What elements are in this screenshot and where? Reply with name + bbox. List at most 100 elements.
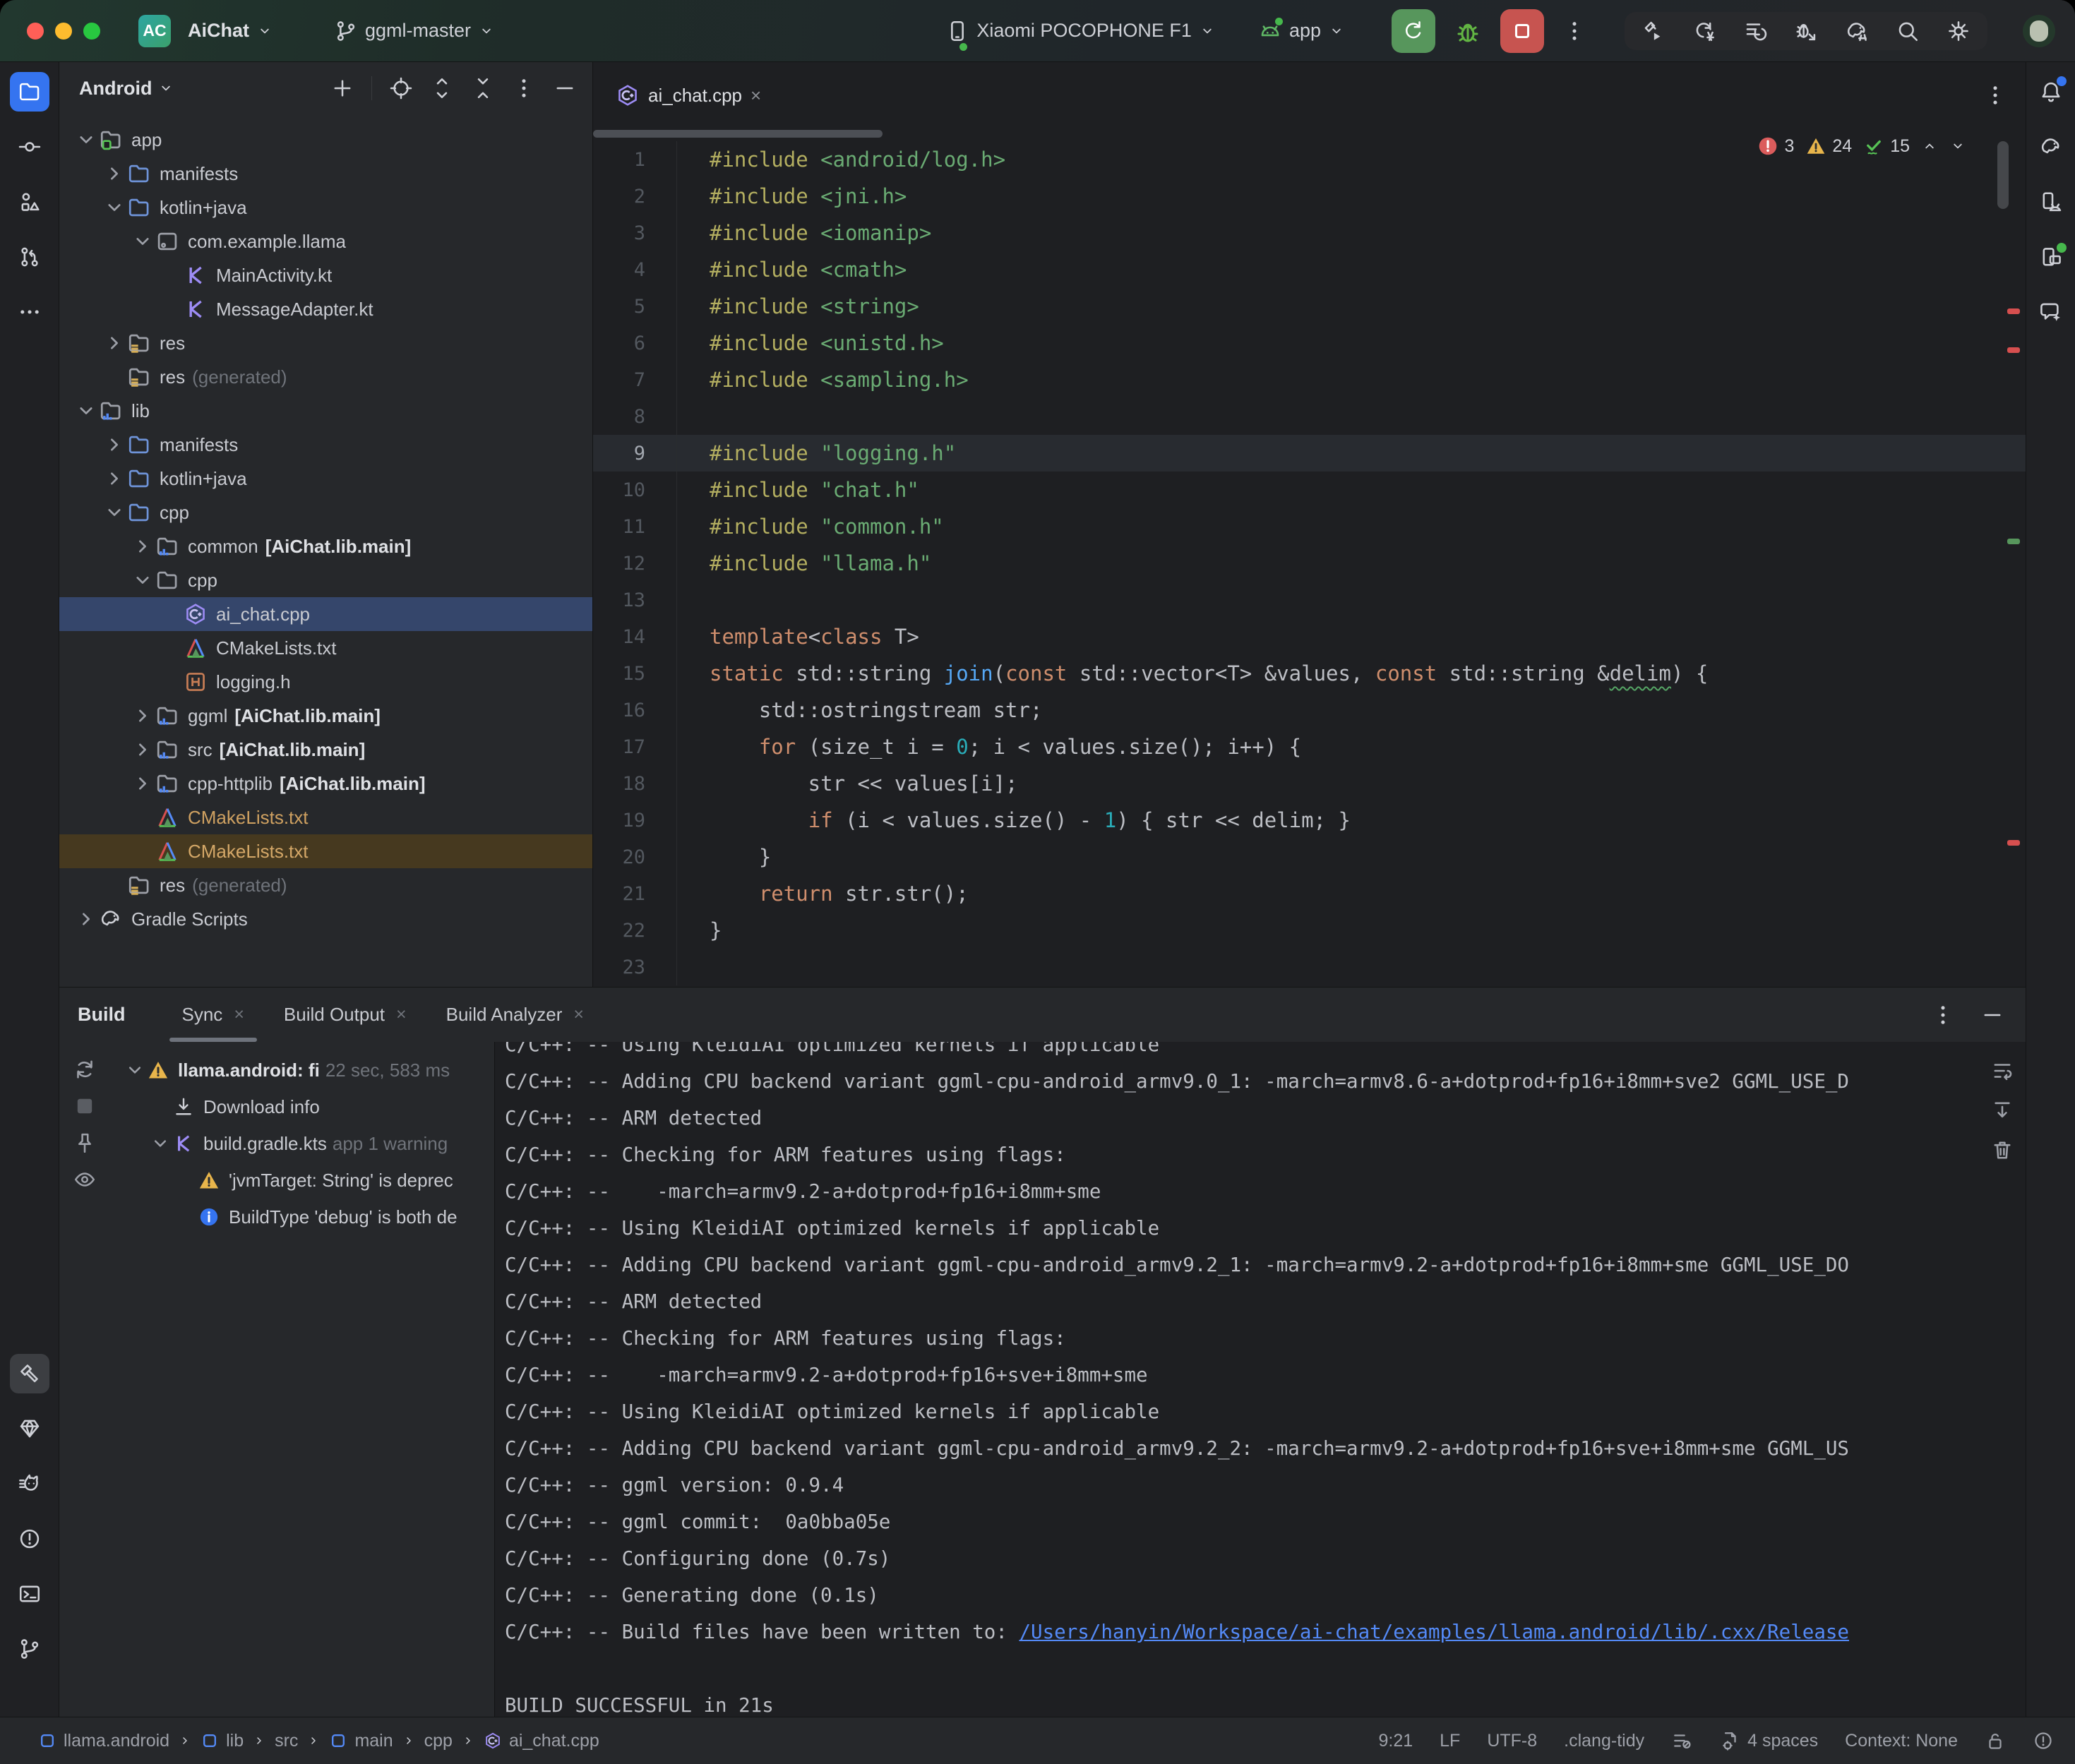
code-line-11[interactable]: 11#include "common.h" xyxy=(593,508,2026,545)
resync-icon[interactable] xyxy=(73,1057,97,1081)
version-control-tool-button[interactable] xyxy=(10,1629,49,1669)
code-line-19[interactable]: 19 if (i < values.size() - 1) { str << d… xyxy=(593,802,2026,839)
logcat-tool-button[interactable] xyxy=(10,1464,49,1504)
tree-chevron[interactable] xyxy=(130,707,155,725)
change-stripe-mark[interactable] xyxy=(2007,539,2020,544)
tree-chevron[interactable] xyxy=(102,469,127,488)
soft-wrap-icon[interactable] xyxy=(1990,1059,2014,1083)
collapse-all-icon[interactable] xyxy=(471,76,495,100)
tree-item-logging-h[interactable]: logging.h xyxy=(59,665,592,699)
status-widget-4-spaces[interactable]: 4 spaces xyxy=(1719,1730,1818,1751)
tree-item-cpp[interactable]: cpp xyxy=(59,496,592,529)
settings-gear-icon[interactable] xyxy=(1947,19,1971,43)
code-line-21[interactable]: 21 return str.str(); xyxy=(593,875,2026,912)
tree-item-res[interactable]: res(generated) xyxy=(59,868,592,902)
project-tool-button[interactable] xyxy=(10,72,49,112)
tree-item-cmakelists-txt[interactable]: CMakeLists.txt xyxy=(59,631,592,665)
tree-chevron[interactable] xyxy=(73,402,99,420)
tree-item-ai-chat-cpp[interactable]: ai_chat.cpp xyxy=(59,597,592,631)
hide-panel-icon[interactable] xyxy=(553,76,577,100)
notifications-button[interactable] xyxy=(2031,72,2071,112)
tree-item-src[interactable]: src[AiChat.lib.main] xyxy=(59,733,592,767)
tree-item-res[interactable]: res(generated) xyxy=(59,360,592,394)
tree-chevron[interactable] xyxy=(123,1058,147,1082)
status-widget-lf[interactable]: LF xyxy=(1440,1731,1460,1751)
editor-tab[interactable]: ai_chat.cpp × xyxy=(600,62,777,128)
build-run-tasks-icon[interactable] xyxy=(1642,19,1666,43)
profiler-icon[interactable] xyxy=(1743,19,1767,43)
editor-tabs-options-icon[interactable] xyxy=(1983,83,2007,107)
code-line-18[interactable]: 18 str << values[i]; xyxy=(593,765,2026,802)
attach-debugger-icon[interactable] xyxy=(1794,19,1818,43)
breadcrumb-item-llama-android[interactable]: llama.android xyxy=(38,1731,169,1751)
breadcrumb-item-lib[interactable]: lib xyxy=(201,1731,244,1751)
breadcrumb-item-cpp[interactable]: cpp xyxy=(424,1731,453,1751)
terminal-tool-button[interactable] xyxy=(10,1574,49,1614)
code-line-9[interactable]: 9#include "logging.h" xyxy=(593,435,2026,472)
pull-requests-tool-button[interactable] xyxy=(10,237,49,277)
tree-chevron[interactable] xyxy=(130,571,155,589)
build-tab-build-output[interactable]: Build Output× xyxy=(264,988,426,1042)
tree-item-common[interactable]: common[AiChat.lib.main] xyxy=(59,529,592,563)
tree-item-lib[interactable]: lib xyxy=(59,394,592,428)
tree-chevron[interactable] xyxy=(130,774,155,793)
clear-log-icon[interactable] xyxy=(1990,1138,2014,1162)
tree-chevron[interactable] xyxy=(102,334,127,352)
build-tab-build-analyzer[interactable]: Build Analyzer× xyxy=(426,988,604,1042)
tree-item-messageadapter-kt[interactable]: MessageAdapter.kt xyxy=(59,292,592,326)
gradle-tool-button[interactable] xyxy=(2031,127,2071,167)
code-line-16[interactable]: 16 std::ostringstream str; xyxy=(593,692,2026,728)
stop-app-button[interactable] xyxy=(1500,9,1544,53)
build-tree-item[interactable]: 'jvmTarget: String' is deprec xyxy=(110,1162,494,1199)
error-stripe-mark[interactable] xyxy=(2007,347,2020,353)
code-line-13[interactable]: 13 xyxy=(593,582,2026,618)
stop-sync-icon[interactable] xyxy=(73,1094,97,1118)
close-tab-icon[interactable]: × xyxy=(234,1004,244,1025)
code-line-3[interactable]: 3#include <iomanip> xyxy=(593,215,2026,251)
build-output-path-link[interactable]: /Users/hanyin/Workspace/ai-chat/examples… xyxy=(1019,1621,1849,1643)
maximize-window-button[interactable] xyxy=(83,23,100,40)
inspections-widget[interactable]: 3 24 15 xyxy=(1757,136,1966,157)
code-line-12[interactable]: 12#include "llama.h" xyxy=(593,545,2026,582)
apply-changes-icon[interactable] xyxy=(1692,19,1716,43)
status-widget-9-21[interactable]: 9:21 xyxy=(1378,1731,1413,1751)
run-configuration-selector[interactable]: app xyxy=(1258,19,1345,43)
tree-chevron[interactable] xyxy=(73,131,99,149)
project-selector[interactable]: AC AiChat xyxy=(138,15,273,47)
close-window-button[interactable] xyxy=(27,23,44,40)
error-stripe-mark[interactable] xyxy=(2007,840,2020,846)
tree-item-cpp-httplib[interactable]: cpp-httplib[AiChat.lib.main] xyxy=(59,767,592,800)
code-line-2[interactable]: 2#include <jni.h> xyxy=(593,178,2026,215)
code-line-4[interactable]: 4#include <cmath> xyxy=(593,251,2026,288)
tree-chevron[interactable] xyxy=(130,740,155,759)
vcs-branch-selector[interactable]: ggml-master xyxy=(334,19,495,43)
tree-item-app[interactable]: app xyxy=(59,123,592,157)
debug-app-button[interactable] xyxy=(1454,17,1482,45)
tree-item-cpp[interactable]: cpp xyxy=(59,563,592,597)
tree-chevron[interactable] xyxy=(130,537,155,556)
tree-item-com-example-llama[interactable]: com.example.llama xyxy=(59,224,592,258)
build-log[interactable]: C/C++: -- Using KleidiAI optimized kerne… xyxy=(495,1042,2026,1717)
panel-options-icon[interactable] xyxy=(512,76,536,100)
code-line-7[interactable]: 7#include <sampling.h> xyxy=(593,361,2026,398)
status-widget[interactable] xyxy=(2033,1730,2054,1751)
tree-item-res[interactable]: res xyxy=(59,326,592,360)
tree-chevron[interactable] xyxy=(102,198,127,217)
user-avatar[interactable] xyxy=(2023,15,2055,47)
code-line-23[interactable]: 23 xyxy=(593,949,2026,985)
code-editor[interactable]: 1#include <android/log.h>2#include <jni.… xyxy=(593,128,2026,987)
close-tab-icon[interactable]: × xyxy=(751,85,761,107)
status-widget[interactable] xyxy=(1985,1730,2006,1751)
tree-item-manifests[interactable]: manifests xyxy=(59,428,592,462)
expand-all-icon[interactable] xyxy=(430,76,454,100)
select-opened-file-icon[interactable] xyxy=(389,76,413,100)
structure-tool-button[interactable] xyxy=(10,182,49,222)
error-stripe-mark[interactable] xyxy=(2007,308,2020,314)
next-problem-icon[interactable] xyxy=(1949,138,1966,155)
rerun-app-button[interactable] xyxy=(1392,9,1435,53)
tree-chevron[interactable] xyxy=(148,1132,172,1156)
device-explorer-tool-button[interactable] xyxy=(10,1409,49,1448)
search-everywhere-icon[interactable] xyxy=(1896,19,1920,43)
previous-problem-icon[interactable] xyxy=(1921,138,1938,155)
pin-tab-icon[interactable] xyxy=(73,1131,97,1155)
